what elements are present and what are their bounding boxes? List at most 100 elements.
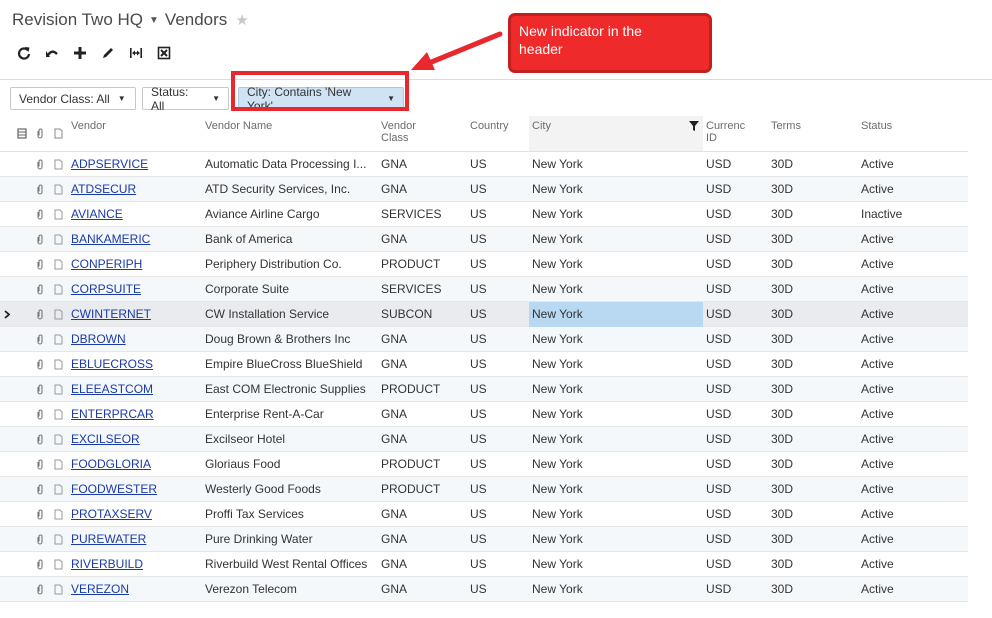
vendor-class-filter[interactable]: Vendor Class: All ▼ xyxy=(10,87,136,110)
city-cell[interactable]: New York xyxy=(529,382,703,396)
vendor-id-link[interactable]: VEREZON xyxy=(68,582,202,596)
currency-cell[interactable]: USD xyxy=(703,457,768,471)
status-cell[interactable]: Active xyxy=(858,407,968,421)
note-icon[interactable] xyxy=(49,384,68,395)
city-cell[interactable]: New York xyxy=(529,482,703,496)
table-row[interactable]: BANKAMERIC Bank of America GNA US New Yo… xyxy=(0,227,968,252)
vendor-class-cell[interactable]: GNA xyxy=(378,532,467,546)
vendor-id-link[interactable]: DBROWN xyxy=(68,332,202,346)
note-icon[interactable] xyxy=(49,259,68,270)
country-cell[interactable]: US xyxy=(467,257,529,271)
note-icon[interactable] xyxy=(49,459,68,470)
add-button[interactable] xyxy=(66,42,94,64)
terms-cell[interactable]: 30D xyxy=(768,432,858,446)
country-cell[interactable]: US xyxy=(467,157,529,171)
vendor-id-link[interactable]: AVIANCE xyxy=(68,207,202,221)
currency-cell[interactable]: USD xyxy=(703,382,768,396)
currency-cell[interactable]: USD xyxy=(703,507,768,521)
country-cell[interactable]: US xyxy=(467,532,529,546)
terms-cell[interactable]: 30D xyxy=(768,182,858,196)
status-cell[interactable]: Active xyxy=(858,157,968,171)
vendor-id-link[interactable]: PUREWATER xyxy=(68,532,202,546)
note-icon[interactable] xyxy=(49,159,68,170)
status-cell[interactable]: Active xyxy=(858,507,968,521)
note-icon[interactable] xyxy=(49,209,68,220)
vendor-id-link[interactable]: CORPSUITE xyxy=(68,282,202,296)
country-cell[interactable]: US xyxy=(467,232,529,246)
table-row[interactable]: AVIANCE Aviance Airline Cargo SERVICES U… xyxy=(0,202,968,227)
vendor-class-cell[interactable]: GNA xyxy=(378,582,467,596)
city-cell[interactable]: New York xyxy=(529,407,703,421)
vendor-class-cell[interactable]: PRODUCT xyxy=(378,257,467,271)
country-cell[interactable]: US xyxy=(467,357,529,371)
vendor-class-cell[interactable]: GNA xyxy=(378,332,467,346)
column-vendor[interactable]: Vendor xyxy=(68,116,202,151)
city-cell[interactable]: New York xyxy=(529,582,703,596)
city-cell[interactable]: New York xyxy=(529,532,703,546)
vendor-name-cell[interactable]: Proffi Tax Services xyxy=(202,507,378,521)
city-cell[interactable]: New York xyxy=(529,432,703,446)
country-cell[interactable]: US xyxy=(467,332,529,346)
currency-cell[interactable]: USD xyxy=(703,232,768,246)
country-cell[interactable]: US xyxy=(467,407,529,421)
note-icon[interactable] xyxy=(49,409,68,420)
vendor-name-cell[interactable]: Aviance Airline Cargo xyxy=(202,207,378,221)
vendor-class-cell[interactable]: GNA xyxy=(378,357,467,371)
currency-cell[interactable]: USD xyxy=(703,182,768,196)
vendor-id-link[interactable]: ATDSECUR xyxy=(68,182,202,196)
vendor-id-link[interactable]: BANKAMERIC xyxy=(68,232,202,246)
currency-cell[interactable]: USD xyxy=(703,407,768,421)
attachment-icon[interactable] xyxy=(31,259,49,270)
column-vendor-name[interactable]: Vendor Name xyxy=(202,116,378,151)
terms-cell[interactable]: 30D xyxy=(768,232,858,246)
city-cell[interactable]: New York xyxy=(529,257,703,271)
status-cell[interactable]: Active xyxy=(858,282,968,296)
table-row[interactable]: EBLUECROSS Empire BlueCross BlueShield G… xyxy=(0,352,968,377)
vendor-name-cell[interactable]: CW Installation Service xyxy=(202,307,378,321)
note-icon[interactable] xyxy=(49,334,68,345)
currency-cell[interactable]: USD xyxy=(703,532,768,546)
terms-cell[interactable]: 30D xyxy=(768,307,858,321)
attachment-icon[interactable] xyxy=(31,509,49,520)
vendor-id-link[interactable]: RIVERBUILD xyxy=(68,557,202,571)
column-currency[interactable]: Currenc ID xyxy=(703,116,768,151)
fit-columns-button[interactable] xyxy=(122,42,150,64)
table-row[interactable]: EXCILSEOR Excilseor Hotel GNA US New Yor… xyxy=(0,427,968,452)
country-cell[interactable]: US xyxy=(467,207,529,221)
attachment-icon[interactable] xyxy=(31,409,49,420)
terms-cell[interactable]: 30D xyxy=(768,282,858,296)
terms-cell[interactable]: 30D xyxy=(768,532,858,546)
status-cell[interactable]: Active xyxy=(858,257,968,271)
status-cell[interactable]: Active xyxy=(858,357,968,371)
table-row[interactable]: ADPSERVICE Automatic Data Processing I..… xyxy=(0,152,968,177)
vendor-name-cell[interactable]: Verezon Telecom xyxy=(202,582,378,596)
status-cell[interactable]: Active xyxy=(858,557,968,571)
vendor-id-link[interactable]: CWINTERNET xyxy=(68,307,202,321)
vendor-class-cell[interactable]: PRODUCT xyxy=(378,457,467,471)
status-cell[interactable]: Active xyxy=(858,532,968,546)
vendor-class-cell[interactable]: GNA xyxy=(378,182,467,196)
undo-button[interactable] xyxy=(38,42,66,64)
attachment-icon[interactable] xyxy=(31,284,49,295)
attachment-icon[interactable] xyxy=(31,384,49,395)
currency-cell[interactable]: USD xyxy=(703,357,768,371)
table-row[interactable]: PUREWATER Pure Drinking Water GNA US New… xyxy=(0,527,968,552)
vendor-name-cell[interactable]: Bank of America xyxy=(202,232,378,246)
company-name[interactable]: Revision Two HQ xyxy=(12,10,143,30)
country-cell[interactable]: US xyxy=(467,432,529,446)
terms-cell[interactable]: 30D xyxy=(768,382,858,396)
vendor-class-cell[interactable]: PRODUCT xyxy=(378,382,467,396)
vendor-id-link[interactable]: EXCILSEOR xyxy=(68,432,202,446)
note-icon[interactable] xyxy=(49,359,68,370)
city-cell[interactable]: New York xyxy=(529,207,703,221)
attachment-icon[interactable] xyxy=(31,559,49,570)
vendor-name-cell[interactable]: Enterprise Rent-A-Car xyxy=(202,407,378,421)
vendor-name-cell[interactable]: Pure Drinking Water xyxy=(202,532,378,546)
vendor-name-cell[interactable]: Empire BlueCross BlueShield xyxy=(202,357,378,371)
vendor-name-cell[interactable]: Westerly Good Foods xyxy=(202,482,378,496)
vendor-id-link[interactable]: ENTERPRCAR xyxy=(68,407,202,421)
vendor-id-link[interactable]: PROTAXSERV xyxy=(68,507,202,521)
vendor-name-cell[interactable]: East COM Electronic Supplies xyxy=(202,382,378,396)
column-vendor-class[interactable]: Vendor Class xyxy=(378,116,467,151)
currency-cell[interactable]: USD xyxy=(703,157,768,171)
